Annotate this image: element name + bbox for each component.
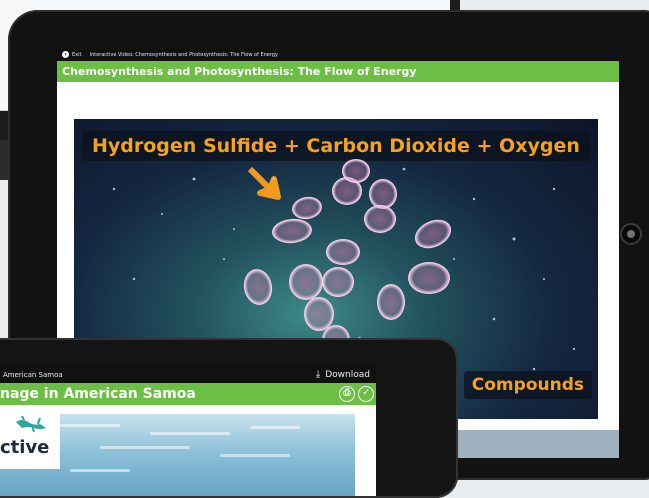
exit-icon: ‹ [62,51,69,58]
secondary-title: nage in American Samoa [0,386,196,402]
gecko-logo-icon [16,416,46,433]
player-topbar: ‹ Exit Interactive Video: Chemosynthesis… [57,48,619,61]
water-ripple [100,446,190,449]
secondary-breadcrumb: American Samoa [3,370,63,379]
home-button[interactable] [620,223,642,245]
secondary-tablet: American Samoa ⤓ Download nage in Americ… [0,338,458,498]
download-label: Download [325,369,370,380]
download-icon: ⤓ [315,369,321,380]
page-title-bar: Chemosynthesis and Photosynthesis: The F… [57,61,619,82]
exit-button[interactable]: ‹ Exit [62,51,81,58]
water-ripple [250,426,300,429]
exit-label: Exit [72,51,82,58]
secondary-topbar: American Samoa ⤓ Download [0,366,376,383]
page-title: Chemosynthesis and Photosynthesis: The F… [62,65,417,78]
title-actions: ⎙ ✓ [339,386,374,402]
video-caption-bottom: Compounds [463,371,592,399]
download-button[interactable]: ⤓ Download [316,369,370,380]
water-ripple [220,454,290,457]
secondary-title-bar: nage in American Samoa ⎙ ✓ [0,383,376,405]
logo-text: ctive [0,437,50,458]
water-ripple [70,469,130,472]
print-icon[interactable]: ⎙ [339,386,355,402]
breadcrumb: Interactive Video: Chemosynthesis and Ph… [89,51,278,58]
water-ripple [60,424,120,427]
water-ripple [150,432,230,435]
check-icon[interactable]: ✓ [358,386,374,402]
